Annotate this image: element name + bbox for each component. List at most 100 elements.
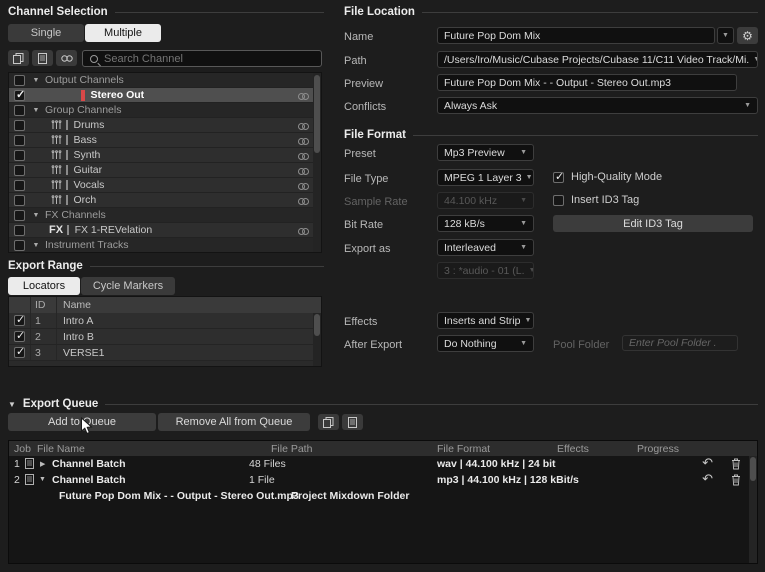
channel-row-bass[interactable]: Bass — [9, 133, 321, 148]
tab-multiple[interactable]: Multiple — [85, 24, 161, 42]
job-file-format: mp3 | 44.100 kHz | 128 kBit/s — [437, 474, 579, 486]
checkbox[interactable] — [14, 345, 25, 358]
insert-id3-tag-option[interactable]: Insert ID3 Tag — [553, 194, 639, 206]
trash-icon[interactable] — [731, 458, 741, 473]
trash-icon[interactable] — [731, 474, 741, 489]
link-icon[interactable] — [298, 167, 309, 175]
group-row-group-channels[interactable]: ▼ Group Channels — [9, 103, 321, 118]
copy-selection-button[interactable] — [8, 50, 29, 66]
collapse-icon[interactable]: ▼ — [32, 77, 40, 84]
checkbox[interactable] — [14, 74, 25, 86]
checkbox[interactable] — [14, 119, 25, 131]
range-row[interactable]: 3 VERSE1 — [9, 345, 321, 361]
collapse-icon[interactable]: ▼ — [32, 107, 40, 114]
scrollbar-thumb[interactable] — [314, 75, 320, 153]
undo-icon[interactable]: ↶ — [702, 472, 713, 485]
queue-scrollbar[interactable] — [749, 456, 757, 563]
link-icon[interactable] — [298, 227, 309, 235]
group-row-instrument-tracks[interactable]: ▼ Instrument Tracks — [9, 238, 321, 252]
after-export-dropdown[interactable]: Do Nothing ▼ — [437, 335, 534, 352]
name-history-dropdown[interactable]: ▼ — [717, 27, 734, 44]
channel-row-fx1[interactable]: FX FX 1-REVelation — [9, 223, 321, 238]
checkbox[interactable] — [14, 329, 25, 342]
checkbox[interactable] — [14, 179, 25, 191]
bit-rate-dropdown[interactable]: 128 kB/s ▼ — [437, 215, 534, 232]
tab-locators[interactable]: Locators — [8, 277, 80, 295]
range-row[interactable]: 2 Intro B — [9, 329, 321, 345]
channel-list-scrollbar[interactable] — [313, 73, 321, 252]
link-icon[interactable] — [298, 137, 309, 145]
file-name-input[interactable] — [437, 27, 715, 44]
tab-single[interactable]: Single — [8, 24, 84, 42]
link-icon[interactable] — [298, 197, 309, 205]
channel-row-orch[interactable]: Orch — [9, 193, 321, 208]
channel-search[interactable] — [82, 50, 322, 67]
tab-cycle-markers[interactable]: Cycle Markers — [81, 277, 175, 295]
high-quality-mode-option[interactable]: High-Quality Mode — [553, 170, 662, 183]
channel-row-drums[interactable]: Drums — [9, 118, 321, 133]
sample-rate-value: 44.100 kHz — [444, 194, 498, 207]
pool-folder-input[interactable] — [622, 335, 738, 351]
group-label: Instrument Tracks — [45, 239, 129, 251]
checkbox[interactable] — [14, 194, 25, 206]
checkbox[interactable] — [14, 224, 25, 236]
preset-dropdown[interactable]: Mp3 Preview ▼ — [437, 144, 534, 161]
conflicts-label: Conflicts — [344, 101, 387, 113]
queue-file-row[interactable]: Future Pop Dom Mix - - Output - Stereo O… — [9, 488, 757, 504]
group-channel-icon — [51, 134, 62, 144]
link-channels-button[interactable] — [56, 50, 77, 66]
group-channel-icon — [51, 179, 62, 189]
path-dropdown[interactable]: /Users/Iro/Music/Cubase Projects/Cubase … — [437, 51, 758, 68]
link-icon[interactable] — [298, 152, 309, 160]
collapse-icon[interactable]: ▼ — [32, 212, 40, 219]
effects-dropdown[interactable]: Inserts and Strip ▼ — [437, 312, 534, 329]
scrollbar-thumb[interactable] — [750, 457, 756, 481]
export-as-dropdown[interactable]: Interleaved ▼ — [437, 239, 534, 256]
queue-copy-button[interactable] — [318, 414, 339, 430]
queue-job-row[interactable]: 2 ▼ Channel Batch 1 File mp3 | 44.100 kH… — [9, 472, 757, 488]
collapse-icon[interactable]: ▼ — [39, 476, 46, 483]
undo-icon[interactable]: ↶ — [702, 456, 713, 469]
checkbox[interactable] — [14, 149, 25, 161]
channel-label: Drums — [73, 119, 105, 131]
range-table-scrollbar[interactable] — [313, 313, 321, 366]
channel-row-synth[interactable]: Synth — [9, 148, 321, 163]
file-type-dropdown[interactable]: MPEG 1 Layer 3 ▼ — [437, 169, 534, 186]
cycle-marker-table: ID Name 1 Intro A 2 Intro B 3 VERSE1 — [8, 296, 322, 367]
channel-row-vocals[interactable]: Vocals — [9, 178, 321, 193]
checkbox[interactable] — [553, 194, 564, 206]
conflicts-dropdown[interactable]: Always Ask ▼ — [437, 97, 758, 114]
name-options-button[interactable]: ⚙ — [737, 27, 758, 44]
expand-icon[interactable]: ▶ — [40, 460, 45, 468]
link-icon[interactable] — [298, 182, 309, 190]
checkbox[interactable] — [14, 104, 25, 116]
checkbox[interactable] — [14, 239, 25, 251]
checkbox[interactable] — [14, 134, 25, 146]
link-icon[interactable] — [298, 92, 309, 100]
document-icon — [348, 416, 357, 428]
divider — [105, 403, 758, 405]
checkbox[interactable] — [14, 164, 25, 176]
export-range-title: Export Range — [8, 260, 83, 272]
group-row-fx-channels[interactable]: ▼ FX Channels — [9, 208, 321, 223]
collapse-icon[interactable]: ▼ — [32, 242, 40, 249]
checkbox[interactable] — [14, 313, 25, 326]
queue-document-button[interactable] — [342, 414, 363, 430]
bit-rate-label: Bit Rate — [344, 219, 384, 231]
collapse-icon[interactable]: ▼ — [8, 400, 16, 409]
scrollbar-thumb[interactable] — [314, 314, 320, 336]
preset-label: Preset — [344, 148, 376, 160]
edit-id3-tag-button[interactable]: Edit ID3 Tag — [553, 215, 753, 232]
search-input[interactable] — [104, 52, 314, 65]
range-row[interactable]: 1 Intro A — [9, 313, 321, 329]
group-row-output-channels[interactable]: ▼ Output Channels — [9, 73, 321, 88]
paste-selection-button[interactable] — [32, 50, 53, 66]
queue-job-row[interactable]: 1 ▶ Channel Batch 48 Files wav | 44.100 … — [9, 456, 757, 472]
checkbox[interactable] — [14, 88, 25, 101]
channel-row-guitar[interactable]: Guitar — [9, 163, 321, 178]
checkbox[interactable] — [14, 209, 25, 221]
channel-row-stereo-out[interactable]: Stereo Out — [9, 88, 321, 103]
checkbox[interactable] — [553, 170, 564, 183]
remove-all-from-queue-button[interactable]: Remove All from Queue — [158, 413, 310, 431]
link-icon[interactable] — [298, 122, 309, 130]
